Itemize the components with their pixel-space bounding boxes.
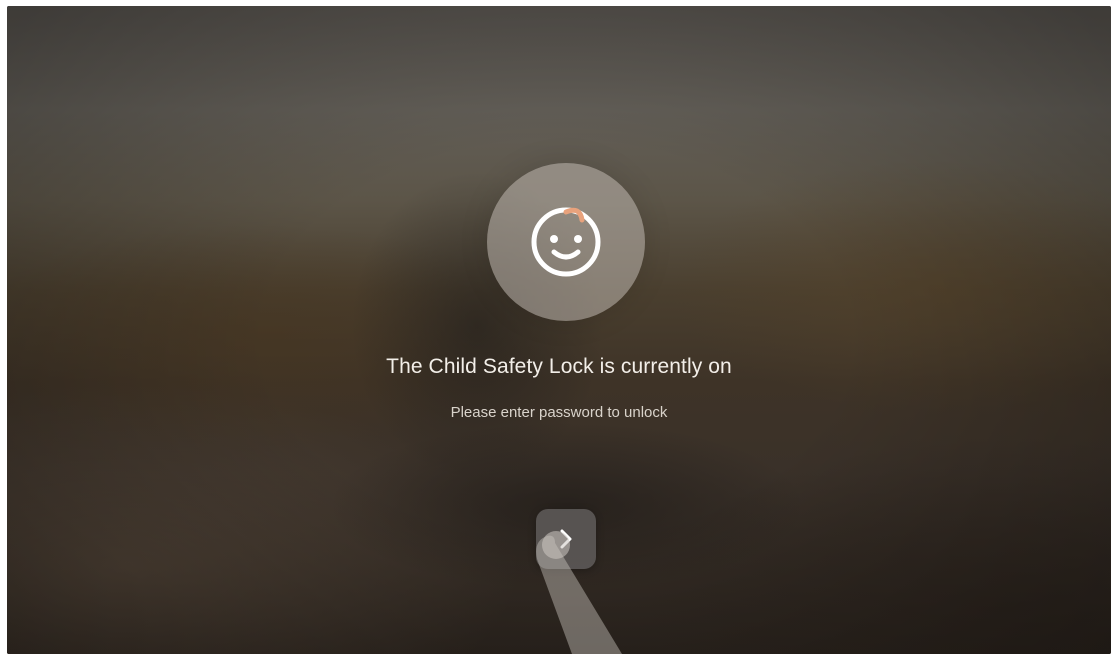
child-lock-badge	[487, 163, 645, 321]
unlock-instruction: Please enter password to unlock	[450, 404, 668, 421]
child-lock-screen: The Child Safety Lock is currently on Pl…	[7, 6, 1111, 654]
lock-status-title: The Child Safety Lock is currently on	[386, 355, 732, 378]
unlock-next-button[interactable]	[536, 509, 596, 569]
chevron-right-icon	[560, 529, 572, 549]
baby-face-icon	[531, 207, 601, 277]
